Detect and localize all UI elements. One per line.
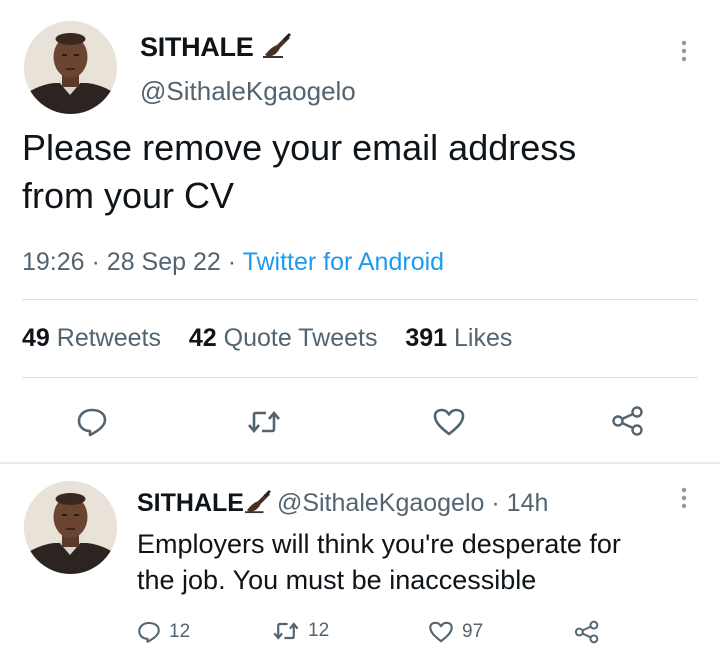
retweet-icon — [273, 622, 299, 640]
retweets-stat[interactable]: 49 Retweets — [22, 324, 161, 352]
like-button[interactable] — [429, 404, 469, 440]
writing-hand-icon — [245, 490, 271, 521]
divider — [22, 377, 698, 378]
share-icon — [612, 406, 643, 436]
retweets-count: 49 — [22, 324, 50, 352]
reply-author-avatar[interactable] — [24, 481, 117, 574]
author-name[interactable]: SITHALE — [140, 32, 291, 66]
author-avatar[interactable] — [24, 21, 117, 114]
meta-separator: · — [227, 248, 243, 276]
reply-like-button[interactable]: 97 — [428, 620, 483, 644]
author-display-name[interactable]: SITHALE — [140, 32, 254, 62]
quotes-label: Quote Tweets — [223, 324, 378, 352]
retweet-icon — [248, 410, 280, 434]
writing-hand-icon — [262, 33, 291, 66]
tweet-time[interactable]: 19:26 — [22, 248, 85, 276]
tweet-text-line-2: from your CV — [22, 175, 235, 216]
reply-text-line-1: Employers will think you're desperate fo… — [137, 529, 621, 559]
quotes-stat[interactable]: 42 Quote Tweets — [189, 324, 378, 352]
reply-display-name[interactable]: SITHALE — [137, 489, 244, 517]
tweet-date[interactable]: 28 Sep 22 — [107, 248, 221, 276]
author-handle[interactable]: @SithaleKgaogelo — [140, 76, 356, 107]
reply-separator: · — [491, 489, 507, 517]
reply-reply-button[interactable]: 12 — [137, 620, 190, 644]
reply-retweet-button[interactable]: 12 — [272, 620, 329, 642]
quotes-count: 42 — [188, 324, 217, 352]
retweets-label: Retweets — [56, 324, 161, 352]
reply-icon — [77, 408, 107, 437]
divider — [22, 299, 698, 300]
reply-text: Employers will think you're desperate fo… — [137, 526, 707, 598]
tweet-meta: 19:26 · 28 Sep 22 · Twitter for Android — [22, 248, 444, 277]
reply-text-line-2: the job. You must be inaccessible — [137, 565, 537, 595]
retweet-button[interactable] — [242, 406, 286, 438]
meta-separator: · — [91, 248, 107, 276]
reply-button[interactable] — [72, 404, 112, 440]
tweet-text: Please remove your email address from yo… — [22, 124, 702, 220]
likes-label: Likes — [454, 324, 513, 352]
reply-icon — [138, 621, 160, 643]
likes-count: 391 — [405, 324, 448, 352]
tweet-source[interactable]: Twitter for Android — [243, 248, 444, 276]
reply-age[interactable]: 14h — [507, 489, 549, 517]
tweet-stats: 49 Retweets 42 Quote Tweets 391 Likes — [22, 324, 512, 353]
more-vertical-icon[interactable] — [678, 487, 690, 509]
reply-share-button[interactable] — [574, 619, 600, 645]
reply-retweet-count: 12 — [308, 620, 330, 641]
share-icon — [574, 620, 599, 644]
reply-reply-count: 12 — [169, 621, 191, 642]
section-divider — [0, 462, 720, 464]
heart-icon — [433, 408, 465, 436]
heart-icon — [429, 621, 453, 643]
likes-stat[interactable]: 391 Likes — [405, 324, 512, 352]
reply-header: SITHALE @SithaleKgaogelo · 14h — [137, 489, 548, 521]
share-button[interactable] — [607, 403, 649, 439]
reply-handle[interactable]: @SithaleKgaogelo — [277, 489, 484, 517]
more-vertical-icon[interactable] — [678, 40, 690, 62]
reply-like-count: 97 — [462, 621, 484, 642]
tweet-text-line-1: Please remove your email address — [22, 127, 577, 168]
